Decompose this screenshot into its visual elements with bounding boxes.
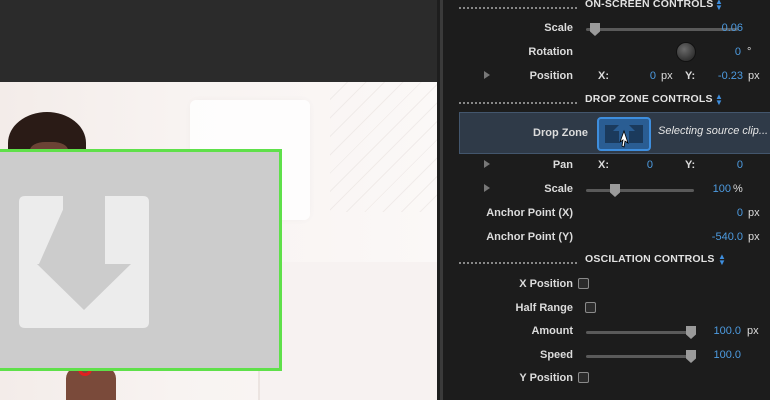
position-x-label: X: <box>598 70 609 82</box>
pan-label: Pan <box>552 159 573 171</box>
inspector-panel: ON-SCREEN CONTROLS ▲ ▼ Scale 0.06 Rotatio… <box>440 0 770 400</box>
pan-x-label: X: <box>598 159 609 171</box>
rotation-label: Rotation <box>528 46 573 58</box>
half-range-checkbox[interactable] <box>585 302 596 313</box>
row-pan: Pan X: 0 Y: 0 <box>443 155 770 177</box>
section-onscreen-controls[interactable]: ON-SCREEN CONTROLS ▲ ▼ <box>443 0 770 16</box>
row-rotation: Rotation 0 ° <box>443 42 770 64</box>
row-anchor-y: Anchor Point (Y) -540.0 px <box>443 227 770 249</box>
scale-slider[interactable] <box>586 23 738 36</box>
viewer-background <box>0 0 437 82</box>
drop-zone-row: Drop Zone Selecting source clip... <box>459 112 770 154</box>
updown-arrows-icon[interactable]: ▲ ▼ <box>718 253 728 267</box>
section-divider <box>459 7 577 9</box>
dropzone-scale-slider[interactable] <box>586 184 694 197</box>
row-y-position: Y Position <box>443 368 770 390</box>
scale-label: Scale <box>544 22 573 34</box>
y-position-label: Y Position <box>519 372 573 384</box>
anchor-y-label: Anchor Point (Y) <box>486 231 573 243</box>
x-position-label: X Position <box>519 278 573 290</box>
position-x-value[interactable]: 0 <box>650 70 656 82</box>
section-title: DROP ZONE CONTROLS <box>585 93 713 105</box>
row-dropzone-scale: Scale 100 % <box>443 179 770 201</box>
anchor-y-unit: px <box>748 231 760 243</box>
disclosure-triangle-icon[interactable] <box>484 184 490 192</box>
amount-slider[interactable] <box>586 326 696 339</box>
disclosure-triangle-icon[interactable] <box>484 71 490 79</box>
position-y-label: Y: <box>685 70 696 82</box>
anchor-x-label: Anchor Point (X) <box>486 207 573 219</box>
drop-zone-label: Drop Zone <box>533 127 588 139</box>
anchor-x-unit: px <box>748 207 760 219</box>
position-y-value[interactable]: -0.23 <box>718 70 743 82</box>
scale-value[interactable]: 0.06 <box>722 22 743 34</box>
pan-x-value[interactable]: 0 <box>647 159 653 171</box>
position-label: Position <box>529 70 573 82</box>
slider-thumb[interactable] <box>686 326 696 339</box>
row-half-range: Half Range <box>443 298 770 320</box>
slider-thumb[interactable] <box>610 184 620 197</box>
speed-value[interactable]: 100.0 <box>713 349 741 361</box>
section-title: OSCILATION CONTROLS <box>585 253 715 265</box>
drop-zone-well[interactable] <box>597 117 651 151</box>
drop-zone-thumbnail-icon <box>605 125 643 148</box>
anchor-x-value[interactable]: 0 <box>737 207 743 219</box>
dropzone-scale-value[interactable]: 100 <box>713 183 731 195</box>
section-oscillation-controls[interactable]: OSCILATION CONTROLS ▲ ▼ <box>443 253 770 271</box>
anchor-y-value[interactable]: -540.0 <box>712 231 743 243</box>
position-y-unit: px <box>748 70 760 82</box>
section-title: ON-SCREEN CONTROLS <box>585 0 714 10</box>
half-range-label: Half Range <box>515 302 573 314</box>
x-position-checkbox[interactable] <box>578 278 589 289</box>
y-position-checkbox[interactable] <box>578 372 589 383</box>
section-divider <box>459 262 577 264</box>
amount-value[interactable]: 100.0 <box>713 325 741 337</box>
disclosure-triangle-icon[interactable] <box>484 160 490 168</box>
rotation-knob[interactable] <box>676 42 696 62</box>
row-speed: Speed 100.0 <box>443 345 770 367</box>
position-x-unit: px <box>661 70 673 82</box>
section-divider <box>459 102 577 104</box>
updown-arrows-icon[interactable]: ▲ ▼ <box>715 93 725 107</box>
slider-thumb[interactable] <box>686 350 696 363</box>
rotation-value[interactable]: 0 <box>735 46 741 58</box>
amount-label: Amount <box>531 325 573 337</box>
foreground-monitor <box>258 262 437 400</box>
slider-thumb[interactable] <box>590 23 600 36</box>
row-position: Position X: 0 px Y: -0.23 px <box>443 66 770 88</box>
updown-arrows-icon[interactable]: ▲ ▼ <box>715 0 725 12</box>
speed-slider[interactable] <box>586 350 696 363</box>
section-dropzone-controls[interactable]: DROP ZONE CONTROLS ▲ ▼ <box>443 93 770 111</box>
pan-y-label: Y: <box>685 159 696 171</box>
dropzone-scale-unit: % <box>733 183 743 195</box>
pan-y-value[interactable]: 0 <box>737 159 743 171</box>
drop-arrow-icon <box>19 196 149 328</box>
dropzone-scale-label: Scale <box>544 183 573 195</box>
drop-zone-status: Selecting source clip... <box>658 125 769 137</box>
canvas-viewer <box>0 0 437 400</box>
background-plant <box>330 82 437 212</box>
drop-zone-placeholder[interactable] <box>0 149 282 371</box>
row-anchor-x: Anchor Point (X) 0 px <box>443 203 770 225</box>
row-scale: Scale 0.06 <box>443 18 770 40</box>
speed-label: Speed <box>539 349 573 361</box>
row-amount: Amount 100.0 px <box>443 321 770 343</box>
amount-unit: px <box>747 325 759 337</box>
rotation-unit: ° <box>747 46 752 58</box>
row-x-position: X Position <box>443 274 770 296</box>
